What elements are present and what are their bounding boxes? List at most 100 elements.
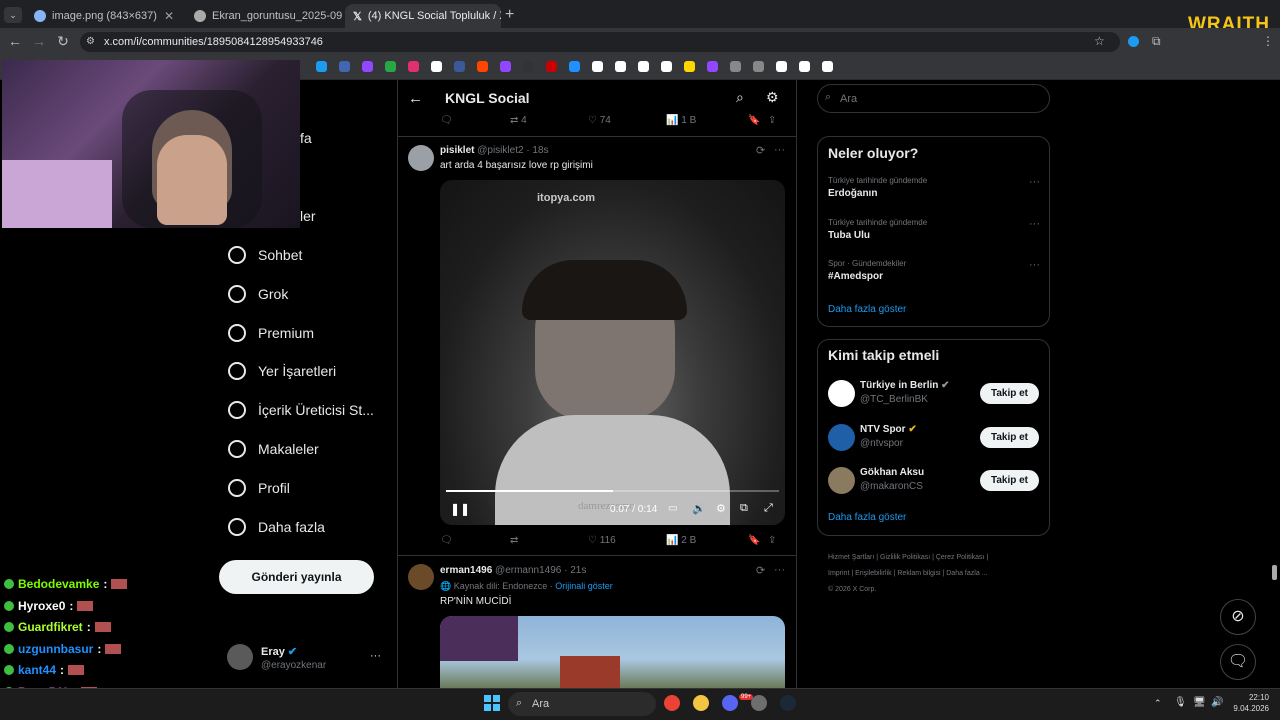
puzzle-icon[interactable]: ⧉ xyxy=(1152,34,1161,49)
bookmark-favicon-icon[interactable] xyxy=(431,61,442,72)
menu-icon[interactable]: ⋮ xyxy=(1262,34,1274,48)
reply-icon[interactable]: 🗨 xyxy=(440,115,510,126)
follow-button[interactable]: Takip et xyxy=(980,426,1039,448)
tab-screenshot[interactable]: Ekran_goruntusu_2025-09-21_1✕ xyxy=(186,4,342,28)
post-avatar[interactable] xyxy=(408,145,434,171)
sidebar-item-0[interactable]: Sohbet xyxy=(228,241,302,269)
post-author[interactable]: pisiklet xyxy=(440,145,474,156)
footer-line[interactable]: Imprint | Erişilebilirlik | Reklam bilgi… xyxy=(828,566,988,582)
bookmark-favicon-icon[interactable] xyxy=(753,61,764,72)
more-icon[interactable]: ··· xyxy=(774,144,785,156)
post-button[interactable]: Gönderi yayınla xyxy=(219,560,374,594)
url-field[interactable]: x.com/i/communities/1895084128954933746 xyxy=(80,32,1120,52)
chrome-icon[interactable] xyxy=(664,695,680,711)
site-info-icon[interactable]: ⚙ xyxy=(86,36,95,47)
like-icon[interactable]: ♡ 74 xyxy=(588,115,666,126)
grok-icon[interactable]: ⟳ xyxy=(756,144,765,157)
bookmark-favicon-icon[interactable] xyxy=(661,61,672,72)
bookmark-favicon-icon[interactable] xyxy=(569,61,580,72)
sidebar-item-1[interactable]: Grok xyxy=(228,280,288,308)
more-icon[interactable]: ··· xyxy=(1029,176,1040,188)
suggestion-name[interactable]: Türkiye in Berlin ✔ xyxy=(860,380,950,391)
bookmark-favicon-icon[interactable] xyxy=(500,61,511,72)
network-icon[interactable]: 🖥 xyxy=(1193,697,1206,708)
volume-icon[interactable]: 🔊 xyxy=(692,502,706,515)
bookmark-favicon-icon[interactable] xyxy=(477,61,488,72)
suggestion-name[interactable]: Gökhan Aksu xyxy=(860,467,924,478)
chat-username[interactable]: uzgunnbasur xyxy=(18,642,93,656)
like-icon[interactable]: ♡ 116 xyxy=(588,535,666,546)
grok-float-icon[interactable]: ⊘ xyxy=(1220,599,1256,635)
post-media[interactable] xyxy=(440,616,785,688)
new-tab-icon[interactable]: + xyxy=(505,6,514,24)
chat-username[interactable]: Bedodevamke xyxy=(18,577,99,591)
bookmark-favicon-icon[interactable] xyxy=(707,61,718,72)
tab-image[interactable]: image.png (843×637) ✕ xyxy=(26,4,182,28)
bookmark-favicon-icon[interactable] xyxy=(339,61,350,72)
bookmark-favicon-icon[interactable] xyxy=(684,61,695,72)
bookmark-favicon-icon[interactable] xyxy=(822,61,833,72)
bookmark-favicon-icon[interactable] xyxy=(776,61,787,72)
fullscreen-icon[interactable]: ⤢ xyxy=(764,502,773,515)
back-icon[interactable]: ← xyxy=(6,33,24,49)
sidebar-item-3[interactable]: Yer İşaretleri xyxy=(228,357,336,385)
sidebar-item-7[interactable]: Daha fazla xyxy=(228,513,325,541)
avatar[interactable] xyxy=(828,380,855,407)
bookmark-favicon-icon[interactable] xyxy=(799,61,810,72)
share-icon[interactable]: ⇪ xyxy=(768,115,776,126)
gear-icon[interactable]: ⚙ xyxy=(766,89,779,106)
bookmark-favicon-icon[interactable] xyxy=(362,61,373,72)
messages-float-icon[interactable]: 🗨 xyxy=(1220,644,1256,680)
search-input[interactable]: Ara xyxy=(817,84,1050,113)
chat-username[interactable]: kant44 xyxy=(18,663,56,677)
extension-icon[interactable] xyxy=(1128,36,1139,47)
bookmark-favicon-icon[interactable] xyxy=(615,61,626,72)
sidebar-item-6[interactable]: Profil xyxy=(228,474,290,502)
reload-icon[interactable]: ↻ xyxy=(54,33,72,50)
more-icon[interactable]: ··· xyxy=(1029,259,1040,271)
suggestion-name[interactable]: NTV Spor ✔ xyxy=(860,424,917,435)
taskbar-search[interactable]: Ara xyxy=(508,692,656,716)
grok-icon[interactable]: ⟳ xyxy=(756,564,765,577)
bookmark-favicon-icon[interactable] xyxy=(454,61,465,72)
bookmark-favicon-icon[interactable] xyxy=(592,61,603,72)
pause-icon[interactable]: ❚❚ xyxy=(450,502,470,516)
search-icon[interactable]: ⌕ xyxy=(736,89,744,106)
settings-icon[interactable]: ⚙ xyxy=(716,502,726,515)
scrollbar-thumb[interactable] xyxy=(1272,565,1277,580)
bookmark-favicon-icon[interactable] xyxy=(408,61,419,72)
explorer-icon[interactable] xyxy=(693,695,709,711)
reply-icon[interactable]: 🗨 xyxy=(440,535,510,546)
footer-line[interactable]: Hizmet Şartları | Gizlilik Politikası | … xyxy=(828,550,988,566)
trend-item[interactable]: Türkiye tarihinde gündemde Erdoğanın ··· xyxy=(828,176,1040,199)
account-name[interactable]: Eray ✔ xyxy=(261,645,297,658)
bookmark-favicon-icon[interactable] xyxy=(523,61,534,72)
post-avatar[interactable] xyxy=(408,564,434,590)
views-icon[interactable]: 📊 1 B xyxy=(666,115,748,126)
avatar[interactable] xyxy=(828,423,855,451)
video-player[interactable]: itopya.com damrezzerno ❚❚ 0:07 / 0:14 ▭ … xyxy=(440,180,785,525)
more-icon[interactable]: ··· xyxy=(1029,218,1040,230)
follow-show-more[interactable]: Daha fazla göster xyxy=(828,512,906,523)
more-icon[interactable]: ··· xyxy=(774,564,785,576)
bookmark-favicon-icon[interactable] xyxy=(385,61,396,72)
repost-icon[interactable]: ⇄ xyxy=(510,535,588,546)
volume-icon[interactable]: 🔊 xyxy=(1211,697,1223,708)
post-author[interactable]: erman1496 xyxy=(440,565,492,576)
nav-item-partial[interactable]: ler xyxy=(300,208,316,224)
follow-button[interactable]: Takip et xyxy=(980,470,1039,491)
back-arrow-icon[interactable]: ← xyxy=(408,90,423,107)
tab-kngl[interactable]: 𝕏(4) KNGL Social Topluluk / X✕ xyxy=(345,4,501,28)
views-icon[interactable]: 📊 2 B xyxy=(666,535,748,546)
discord-icon[interactable] xyxy=(722,695,738,711)
trend-item[interactable]: Spor · Gündemdekiler #Amedspor ··· xyxy=(828,259,1040,282)
follow-button[interactable]: Takip et xyxy=(980,383,1039,404)
repost-icon[interactable]: ⇄ 4 xyxy=(510,115,588,126)
tray-chevron-icon[interactable]: ⌃ xyxy=(1154,698,1162,709)
captions-icon[interactable]: ▭ xyxy=(668,503,677,514)
share-icon[interactable]: ⇪ xyxy=(768,535,776,546)
mic-icon[interactable]: 🎙 xyxy=(1174,697,1187,708)
steam-icon[interactable] xyxy=(780,695,796,711)
forward-icon[interactable]: → xyxy=(30,33,48,49)
trend-item[interactable]: Türkiye tarihinde gündemde Tuba Ulu ··· xyxy=(828,218,1040,241)
